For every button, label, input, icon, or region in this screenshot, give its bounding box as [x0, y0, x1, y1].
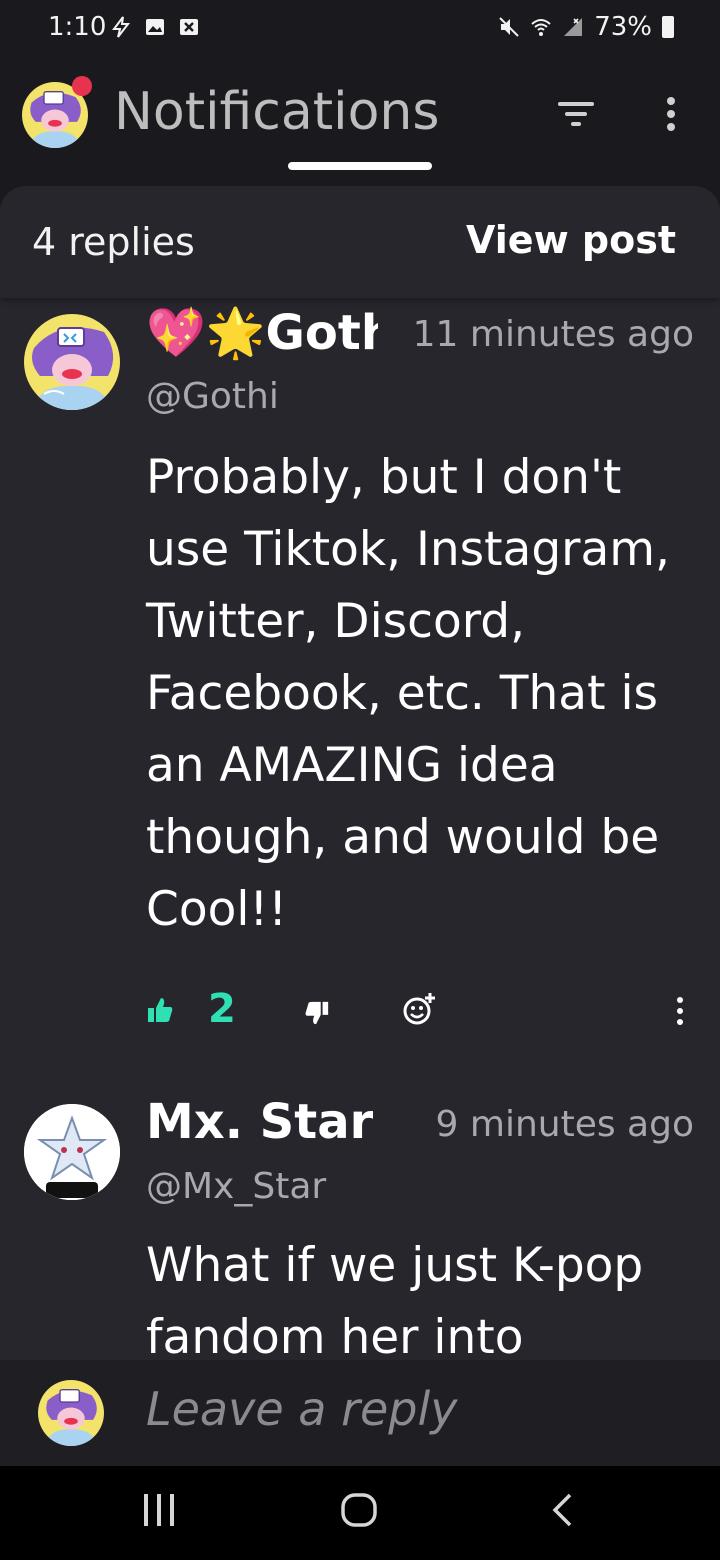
avatar-image	[24, 1104, 120, 1200]
reply-input[interactable]: Leave a reply	[146, 1382, 458, 1436]
add-reaction-icon[interactable]	[402, 992, 436, 1026]
comment-author-name[interactable]: Mx. Star	[146, 1094, 373, 1150]
back-icon[interactable]	[550, 1492, 574, 1528]
status-icons-left	[110, 16, 200, 38]
app-header: Notifications	[0, 60, 720, 180]
signal-icon	[564, 18, 583, 36]
comment-author-name[interactable]: 💖🌟Gothi	[146, 304, 378, 361]
page-title: Notifications	[114, 82, 440, 142]
replies-count: 4 replies	[32, 220, 195, 264]
comment-timestamp: 11 minutes ago	[412, 314, 694, 355]
battery-percent: 73%	[594, 12, 652, 42]
flash-icon	[112, 16, 131, 38]
home-icon[interactable]	[340, 1492, 378, 1528]
reply-avatar	[38, 1380, 104, 1446]
recent-apps-icon[interactable]	[142, 1492, 176, 1528]
like-icon[interactable]	[146, 996, 174, 1024]
comment: 💖🌟Gothi 11 minutes ago @Gothi Probably, …	[0, 298, 720, 1078]
comment-avatar[interactable]	[24, 1104, 120, 1200]
notification-dot	[72, 76, 92, 96]
like-count: 2	[208, 986, 236, 1032]
status-time: 1:10	[48, 12, 107, 42]
status-bar: 1:10 73%	[0, 0, 720, 60]
comment-author-handle[interactable]: @Gothi	[146, 376, 279, 417]
avatar-image	[24, 314, 120, 410]
more-vertical-icon[interactable]	[656, 94, 686, 134]
comment-body: What if we just K-pop fandom her into ma…	[146, 1238, 644, 1360]
dislike-icon[interactable]	[304, 1000, 330, 1026]
view-post-button[interactable]: View post	[466, 218, 676, 262]
comment-more-icon[interactable]	[674, 996, 686, 1026]
close-box-icon	[180, 19, 198, 35]
comment-body: Probably, but I don't use Tiktok, Instag…	[146, 450, 670, 937]
battery-icon	[662, 16, 674, 38]
system-nav-bar	[0, 1466, 720, 1560]
filter-icon[interactable]	[556, 96, 596, 132]
comment-timestamp: 9 minutes ago	[435, 1104, 694, 1145]
replies-sheet: 4 replies View post 💖🌟Gothi 11 minutes a…	[0, 186, 720, 1360]
comment-actions: 2	[146, 986, 696, 1038]
sheet-header: 4 replies View post	[0, 186, 720, 298]
sheet-drag-handle[interactable]	[288, 162, 432, 170]
avatar-image	[38, 1380, 104, 1446]
comment: Mx. Star 9 minutes ago @Mx_Star What if …	[0, 1090, 720, 1360]
wifi-icon	[531, 19, 551, 36]
mute-icon	[499, 17, 519, 37]
comment-avatar[interactable]	[24, 314, 120, 410]
status-icons-right: 73%	[498, 12, 674, 42]
image-icon	[146, 19, 164, 35]
reply-bar: Leave a reply	[0, 1360, 720, 1466]
comment-author-handle[interactable]: @Mx_Star	[146, 1166, 326, 1207]
